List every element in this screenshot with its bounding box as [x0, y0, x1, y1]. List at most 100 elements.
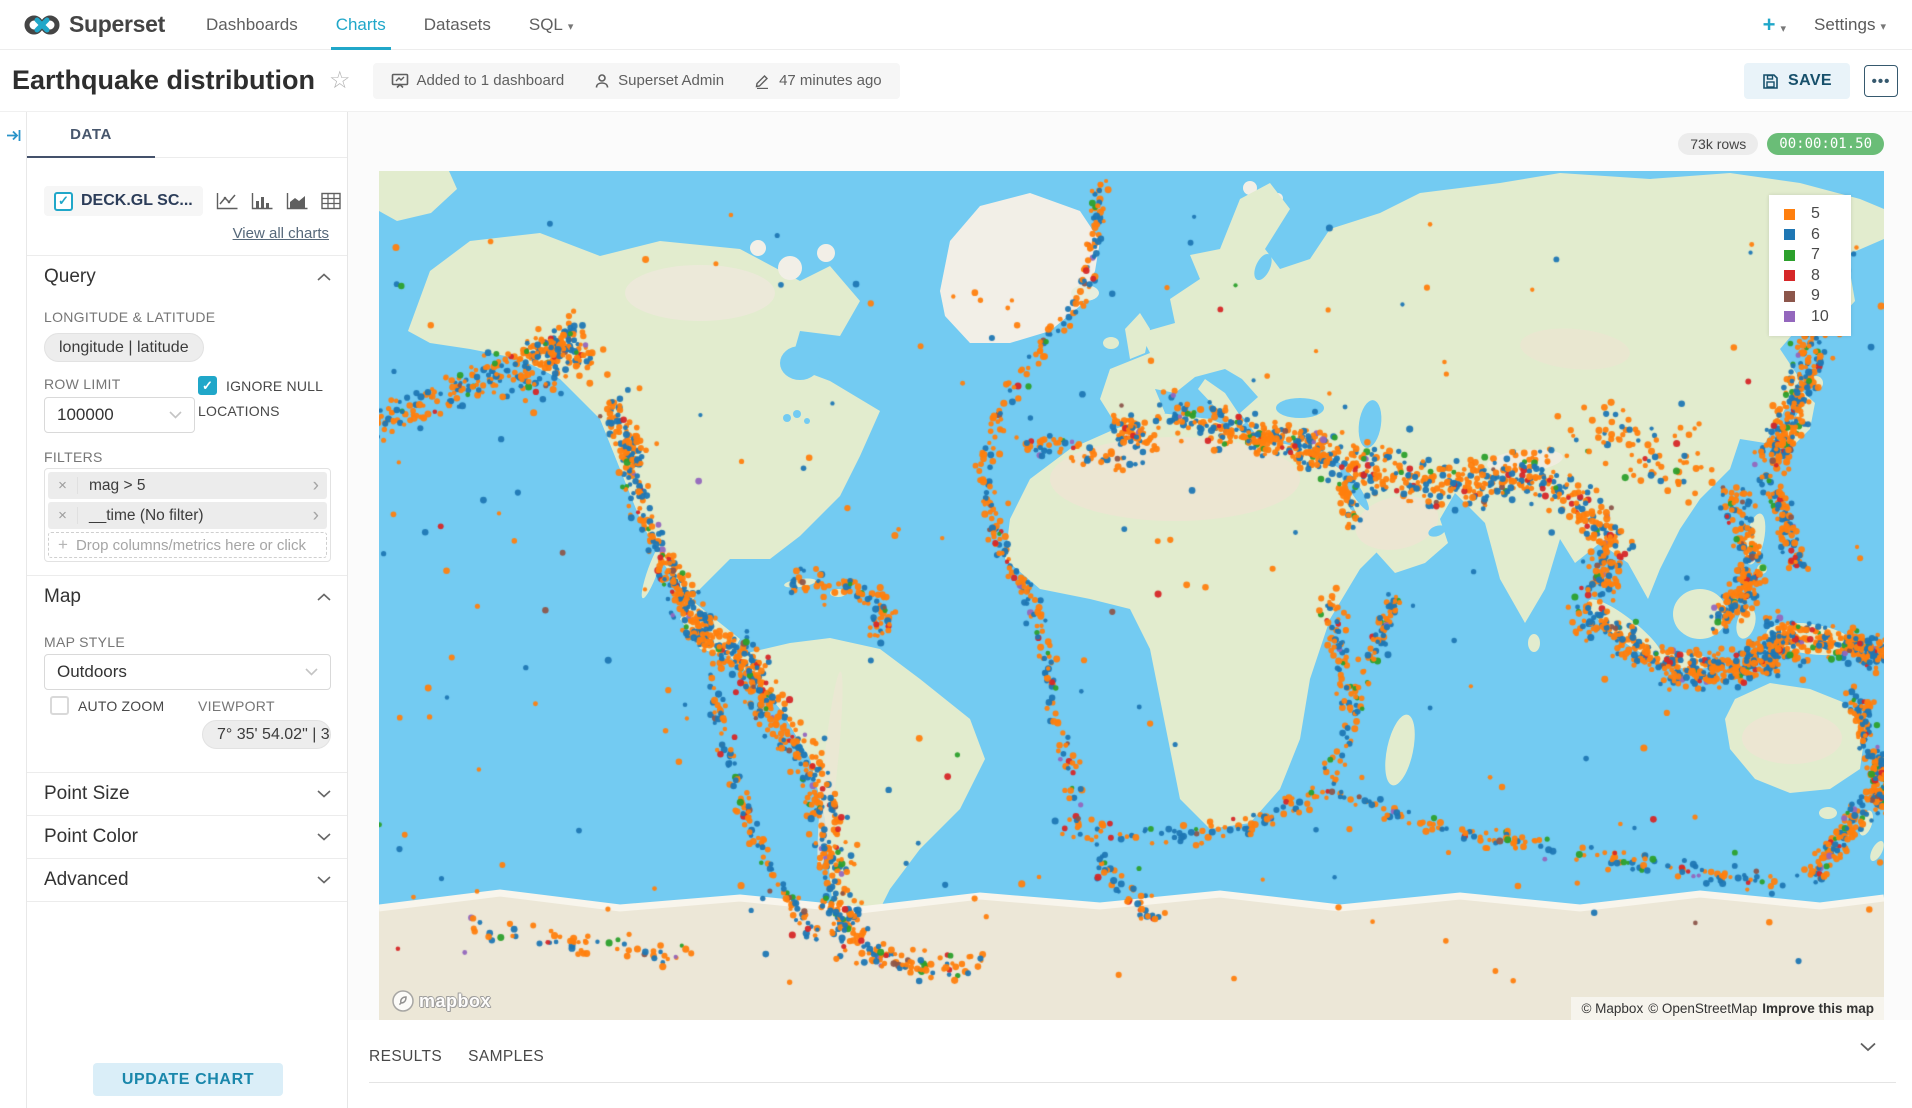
divider — [27, 858, 347, 859]
map-style-select[interactable]: Outdoors — [44, 654, 331, 690]
remove-filter-icon[interactable]: × — [48, 507, 78, 524]
tab-data[interactable]: DATA — [27, 112, 155, 158]
legend-swatch — [1784, 311, 1795, 322]
update-chart-button[interactable]: UPDATE CHART — [93, 1063, 283, 1096]
nav-item-sql[interactable]: SQL▾ — [510, 0, 593, 50]
collapse-results-icon[interactable] — [1860, 1042, 1876, 1052]
save-disk-icon — [1762, 73, 1779, 90]
results-divider — [369, 1082, 1896, 1083]
badge-row: 73k rows 00:00:01.50 — [1678, 133, 1884, 155]
ignore-null-checkbox[interactable]: ✓ — [198, 376, 217, 395]
add-filter-dropzone[interactable]: + Drop columns/metrics here or click — [48, 532, 327, 558]
legend-item: 10 — [1784, 307, 1851, 328]
legend-swatch — [1784, 250, 1795, 261]
row-limit-select[interactable]: 100000 — [44, 397, 195, 433]
mapbox-attribution-link[interactable]: © Mapbox — [1581, 1001, 1643, 1016]
mapbox-logo[interactable]: mapbox — [392, 990, 491, 1012]
superset-logo[interactable]: Superset — [24, 11, 165, 38]
favorite-star-icon[interactable]: ☆ — [329, 66, 351, 95]
point-color-section-header[interactable]: Point Color — [44, 826, 331, 848]
nav-item-charts[interactable]: Charts — [317, 0, 405, 50]
auto-zoom-checkbox-row[interactable]: AUTO ZOOM — [50, 696, 164, 716]
query-section-header[interactable]: Query — [44, 266, 331, 288]
deckgl-scatter-map[interactable]: 5678910 mapbox © Mapbox © OpenStreetMap … — [379, 171, 1884, 1020]
save-button[interactable]: SAVE — [1744, 63, 1850, 99]
table-icon[interactable] — [321, 192, 341, 210]
nav-item-dashboards[interactable]: Dashboards — [187, 0, 317, 50]
infinity-logo-icon — [24, 13, 60, 37]
legend-label: 9 — [1811, 287, 1820, 305]
user-icon — [594, 73, 610, 89]
divider — [27, 815, 347, 816]
ignore-null-label2: LOCATIONS — [198, 403, 331, 419]
ignore-null-checkbox-row[interactable]: ✓ IGNORE NULL LOCATIONS — [198, 376, 331, 419]
legend-item: 5 — [1784, 204, 1851, 225]
advanced-section-header[interactable]: Advanced — [44, 869, 331, 891]
chevron-right-icon: › — [313, 475, 327, 497]
query-section-title: Query — [44, 266, 96, 288]
settings-menu[interactable]: Settings▾ — [1814, 15, 1886, 35]
area-chart-icon[interactable] — [286, 192, 308, 210]
nav-item-datasets[interactable]: Datasets — [405, 0, 510, 50]
nav-right: +▾ Settings▾ — [1763, 12, 1886, 38]
owner-meta[interactable]: Superset Admin — [594, 72, 724, 89]
osm-attribution-link[interactable]: © OpenStreetMap — [1648, 1001, 1757, 1016]
auto-zoom-checkbox[interactable] — [50, 696, 69, 715]
chart-area: 73k rows 00:00:01.50 — [348, 112, 1912, 1108]
legend-item: 7 — [1784, 245, 1851, 266]
legend-item: 9 — [1784, 286, 1851, 307]
divider — [27, 575, 347, 576]
filter-item[interactable]: × mag > 5 › — [48, 472, 327, 499]
remove-filter-icon[interactable]: × — [48, 477, 78, 494]
legend-swatch — [1784, 291, 1795, 302]
results-tabs: RESULTS SAMPLES — [369, 1048, 544, 1066]
tab-results[interactable]: RESULTS — [369, 1048, 442, 1066]
viewport-label: VIEWPORT — [198, 698, 275, 714]
collapse-rail — [0, 112, 27, 1108]
chevron-down-icon — [169, 411, 182, 419]
legend-label: 6 — [1811, 226, 1820, 244]
viz-type-selected[interactable]: ✓ DECK.GL SC... — [44, 186, 203, 216]
lon-lat-chip[interactable]: longitude | latitude — [44, 333, 204, 362]
point-color-title: Point Color — [44, 826, 138, 848]
point-size-title: Point Size — [44, 783, 130, 805]
dashboard-icon — [391, 73, 409, 89]
chevron-up-icon — [317, 593, 331, 601]
chevron-up-icon — [317, 273, 331, 281]
point-size-section-header[interactable]: Point Size — [44, 783, 331, 805]
line-chart-icon[interactable] — [216, 192, 238, 210]
tab-samples[interactable]: SAMPLES — [468, 1048, 544, 1066]
viz-selected-checkbox[interactable]: ✓ — [54, 192, 73, 211]
superset-explore-page: Superset Dashboards Charts Datasets SQL▾… — [0, 0, 1912, 1108]
new-item-button[interactable]: +▾ — [1763, 12, 1786, 38]
brand-name: Superset — [69, 11, 165, 38]
caret-down-icon: ▾ — [568, 21, 574, 33]
query-timer-badge: 00:00:01.50 — [1767, 133, 1884, 155]
chevron-down-icon — [317, 833, 331, 841]
lon-lat-label: LONGITUDE & LATITUDE — [44, 309, 215, 325]
legend-label: 10 — [1811, 308, 1829, 326]
last-modified-meta[interactable]: 47 minutes ago — [754, 72, 882, 89]
divider — [27, 901, 347, 902]
view-all-charts-link[interactable]: View all charts — [233, 225, 329, 242]
map-style-label: MAP STYLE — [44, 634, 125, 650]
chevron-down-icon — [317, 876, 331, 884]
legend-swatch — [1784, 270, 1795, 281]
results-panel: RESULTS SAMPLES — [348, 1020, 1912, 1108]
more-options-button[interactable]: ••• — [1864, 65, 1898, 97]
expand-panel-icon[interactable] — [6, 128, 22, 143]
plus-icon: + — [58, 535, 68, 555]
legend-item: 6 — [1784, 225, 1851, 246]
scatterplot-layer[interactable] — [379, 171, 1884, 1020]
map-section-header[interactable]: Map — [44, 586, 331, 608]
nav-menu: Dashboards Charts Datasets SQL▾ — [187, 0, 592, 50]
filter-item[interactable]: × __time (No filter) › — [48, 502, 327, 529]
bar-chart-icon[interactable] — [251, 192, 273, 210]
caret-down-icon: ▾ — [1781, 23, 1787, 35]
viewport-chip[interactable]: 7° 35' 54.02" | 3... — [202, 720, 331, 749]
dashboards-meta[interactable]: Added to 1 dashboard — [391, 72, 565, 89]
caret-down-icon: ▾ — [1880, 21, 1886, 33]
improve-map-link[interactable]: Improve this map — [1762, 1001, 1874, 1016]
chevron-right-icon: › — [313, 505, 327, 527]
auto-zoom-label: AUTO ZOOM — [78, 696, 164, 716]
